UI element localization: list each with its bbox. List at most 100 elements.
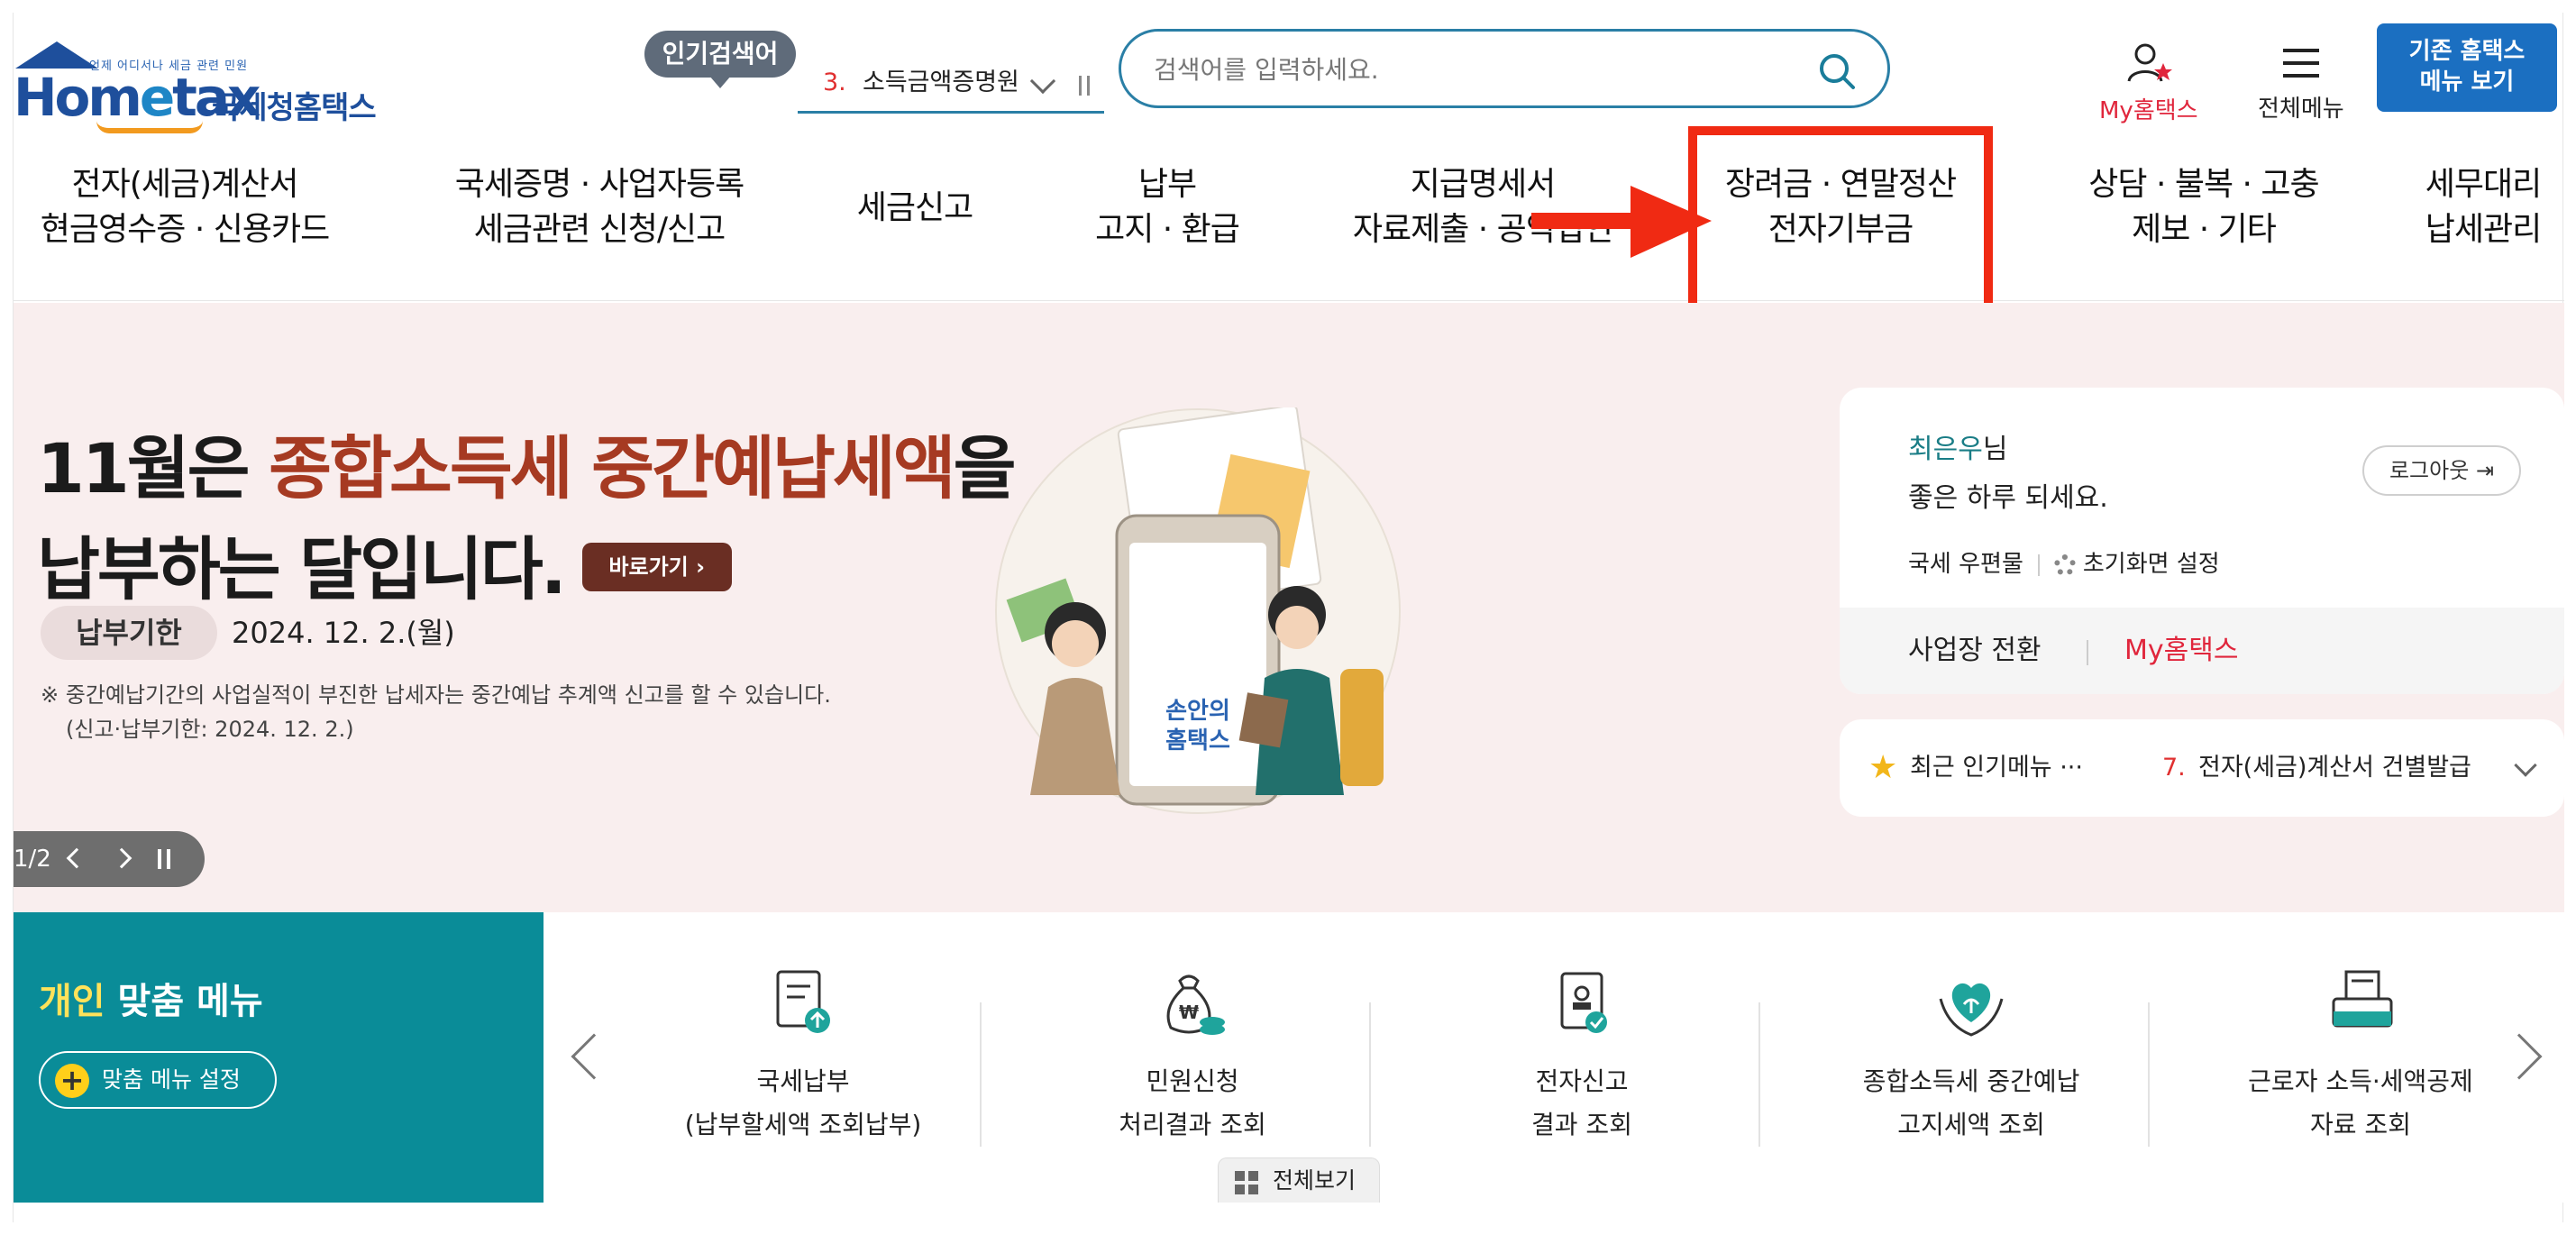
custom-menu-setting-button[interactable]: + 맞춤 메뉴 설정 — [39, 1051, 277, 1109]
hero-title-part: 11월은 — [37, 428, 269, 508]
old-hometax-menu-button[interactable]: 기존 홈택스 메뉴 보기 — [2377, 23, 2557, 112]
quick-item-interim-prepayment[interactable]: 종합소득세 중간예납 고지세액 조회 — [1777, 957, 2166, 1174]
search-input[interactable] — [1154, 48, 1785, 91]
quick-item-tax-payment[interactable]: 국세납부 (납부할세액 조회납부) — [608, 957, 998, 1174]
pause-icon[interactable] — [1079, 76, 1090, 96]
custom-menu-setting-label: 맞춤 메뉴 설정 — [102, 1066, 241, 1093]
hero-note-line1: ※ 중간예납기간의 사업실적이 부진한 납세자는 중간예납 추계액 신고를 할 … — [41, 682, 831, 708]
popular-menu-number: 7. — [2162, 754, 2186, 782]
quick-item-civil-request[interactable]: ₩ 민원신청 처리결과 조회 — [998, 957, 1387, 1174]
divider — [2148, 1002, 2150, 1147]
popular-menu-item[interactable]: 전자(세금)계산서 건별발급 — [2198, 719, 2471, 817]
divider — [2087, 640, 2088, 665]
mobile-hometax-illustration: 손안의 홈택스 — [995, 407, 1401, 814]
chevron-right-icon[interactable] — [111, 847, 132, 869]
header: 언제 어디서나 세금 관련 민원 Hometax 국세청홈택스 인기검색어 3.… — [14, 13, 2564, 133]
user-card: 최은우님 좋은 하루 되세요. 로그아웃 ⇥ 국세 우편물 초기화면 설정 사업장… — [1840, 388, 2564, 694]
quick-line: 민원신청 — [1146, 1066, 1239, 1096]
chevron-left-icon[interactable] — [66, 847, 87, 869]
quick-item-e-filing-result[interactable]: 전자신고 결과 조회 — [1387, 957, 1777, 1174]
tax-mail-link[interactable]: 국세 우편물 — [1908, 551, 2023, 578]
deadline-label: 납부기한 — [41, 606, 217, 660]
custom-menu-panel: 개인 맞춤 메뉴 + 맞춤 메뉴 설정 — [14, 912, 544, 1203]
illus-text-line1: 손안의 — [1165, 698, 1230, 725]
my-hometax-card-link[interactable]: My홈택스 — [2124, 608, 2238, 694]
custom-menu-title: 개인 맞춤 메뉴 — [39, 972, 263, 1024]
nav-line: 세금신고 — [856, 189, 973, 226]
nav-consultation[interactable]: 상담 · 불복 · 고충제보 · 기타 — [2051, 162, 2357, 252]
nav-line: 현금영수증 · 신용카드 — [40, 211, 330, 248]
user-name: 최은우 — [1908, 434, 1983, 465]
switch-business-link[interactable]: 사업장 전환 — [1908, 608, 2042, 694]
user-links: 국세 우편물 초기화면 설정 — [1908, 546, 2220, 582]
nav-tax-filing[interactable]: 세금신고 — [825, 186, 1005, 231]
quick-line: 고지세액 조회 — [1897, 1110, 2045, 1139]
illus-text-line2: 홈택스 — [1165, 727, 1230, 755]
red-arrow-annotation — [1531, 186, 1712, 258]
custom-title-highlight: 개인 — [39, 981, 105, 1022]
money-bag-icon: ₩ — [1166, 974, 1225, 1035]
hero-title-line2: 납부하는 달입니다. — [37, 529, 567, 609]
chevron-down-icon[interactable] — [2514, 754, 2537, 777]
hero-title-accent: 종합소득세 중간예납세액 — [269, 428, 956, 508]
quick-line: 근로자 소득·세액공제 — [2248, 1066, 2473, 1096]
my-hometax-link[interactable]: My홈택스 — [2099, 41, 2198, 125]
search-icon[interactable] — [1817, 51, 1857, 91]
popular-menu-title-text: 최근 인기메뉴 — [1910, 754, 2052, 782]
tax-payment-icon — [776, 970, 830, 1033]
quick-line: 결과 조회 — [1531, 1110, 1632, 1139]
quick-item-label: 근로자 소득·세액공제자료 조회 — [2166, 1060, 2555, 1147]
chevron-down-icon[interactable] — [1029, 68, 1056, 95]
go-button[interactable]: 바로가기 › — [581, 543, 732, 591]
heart-hands-icon — [1939, 983, 2004, 1037]
logout-label: 로그아웃 — [2389, 458, 2470, 483]
all-menu-button[interactable]: 전체메뉴 — [2258, 43, 2344, 124]
user-star-icon — [2127, 43, 2172, 82]
nav-line: 전자(세금)계산서 — [71, 166, 299, 203]
nav-line: 납부 — [1137, 166, 1197, 203]
slide-counter: 1/2 — [14, 846, 51, 873]
grid-icon — [1235, 1171, 1258, 1194]
nav-certificates[interactable]: 국세증명 · 사업자등록세금관련 신청/신고 — [419, 162, 780, 252]
home-settings-link[interactable]: 초기화면 설정 — [2083, 551, 2220, 578]
hero-note: ※ 중간예납기간의 사업실적이 부진한 납세자는 중간예납 추계액 신고를 할 … — [41, 678, 831, 746]
hamburger-icon — [2282, 49, 2319, 78]
nav-line: 제보 · 기타 — [2132, 211, 2277, 248]
quick-line: 자료 조회 — [2310, 1110, 2411, 1139]
nav-line: 고지 · 환급 — [1095, 211, 1240, 248]
nav-line: 세무대리 — [2425, 166, 2542, 203]
popular-menu-title: 최근 인기메뉴 ··· — [1910, 754, 2083, 782]
document-stamp-icon — [1560, 972, 1607, 1033]
nav-line: 국세증명 · 사업자등록 — [454, 166, 744, 203]
my-hometax-label: My홈택스 — [2099, 97, 2198, 124]
quick-item-label: 종합소득세 중간예납 고지세액 조회 — [1777, 1060, 2166, 1147]
user-greeting: 최은우님 좋은 하루 되세요. — [1908, 425, 2108, 523]
logout-button[interactable]: 로그아웃 ⇥ — [2362, 445, 2521, 496]
hero-title: 11월은 종합소득세 중간예납세액을 납부하는 달입니다. 바로가기 › — [37, 418, 1017, 620]
popular-search-ticker[interactable]: 3. 소득금액증명원 — [798, 56, 1104, 114]
search-box — [1119, 29, 1890, 108]
go-button-label: 바로가기 — [608, 554, 689, 580]
nav-line: 세금관련 신청/신고 — [473, 211, 726, 248]
quick-item-deduction-data[interactable]: 근로자 소득·세액공제자료 조회 — [2166, 957, 2555, 1174]
pause-icon[interactable] — [158, 849, 170, 869]
old-hometax-line2: 메뉴 보기 — [2419, 69, 2515, 96]
view-all-button[interactable]: 전체보기 — [1218, 1157, 1380, 1203]
divider — [980, 1002, 982, 1147]
popular-rank-text[interactable]: 소득금액증명원 — [863, 56, 1034, 110]
hero-banner: 11월은 종합소득세 중간예납세액을 납부하는 달입니다. 바로가기 › 납부기한… — [14, 303, 2564, 912]
divider — [2037, 553, 2040, 576]
quick-line: (납부할세액 조회납부) — [684, 1110, 922, 1139]
printer-doc-icon — [2332, 970, 2393, 1028]
nav-line: 상담 · 불복 · 고충 — [2088, 166, 2319, 203]
nav-payment[interactable]: 납부고지 · 환급 — [1050, 162, 1284, 252]
hometax-logo[interactable]: 언제 어디서나 세금 관련 민원 Hometax 국세청홈택스 — [14, 27, 392, 133]
popular-menu-ticker[interactable]: ★ 최근 인기메뉴 ··· 7. 전자(세금)계산서 건별발급 — [1840, 719, 2564, 817]
quick-item-label: 민원신청 처리결과 조회 — [998, 1060, 1387, 1147]
plus-icon: + — [55, 1064, 89, 1098]
quick-item-label: 국세납부 (납부할세액 조회납부) — [608, 1060, 998, 1147]
main-nav: 전자(세금)계산서현금영수증 · 신용카드 국세증명 · 사업자등록세금관련 신… — [14, 148, 2564, 301]
nav-e-invoice[interactable]: 전자(세금)계산서현금영수증 · 신용카드 — [14, 162, 356, 252]
nav-tax-agent[interactable]: 세무대리 납세관리 — [2402, 162, 2564, 252]
user-card-footer: 사업장 전환 My홈택스 — [1840, 608, 2564, 694]
